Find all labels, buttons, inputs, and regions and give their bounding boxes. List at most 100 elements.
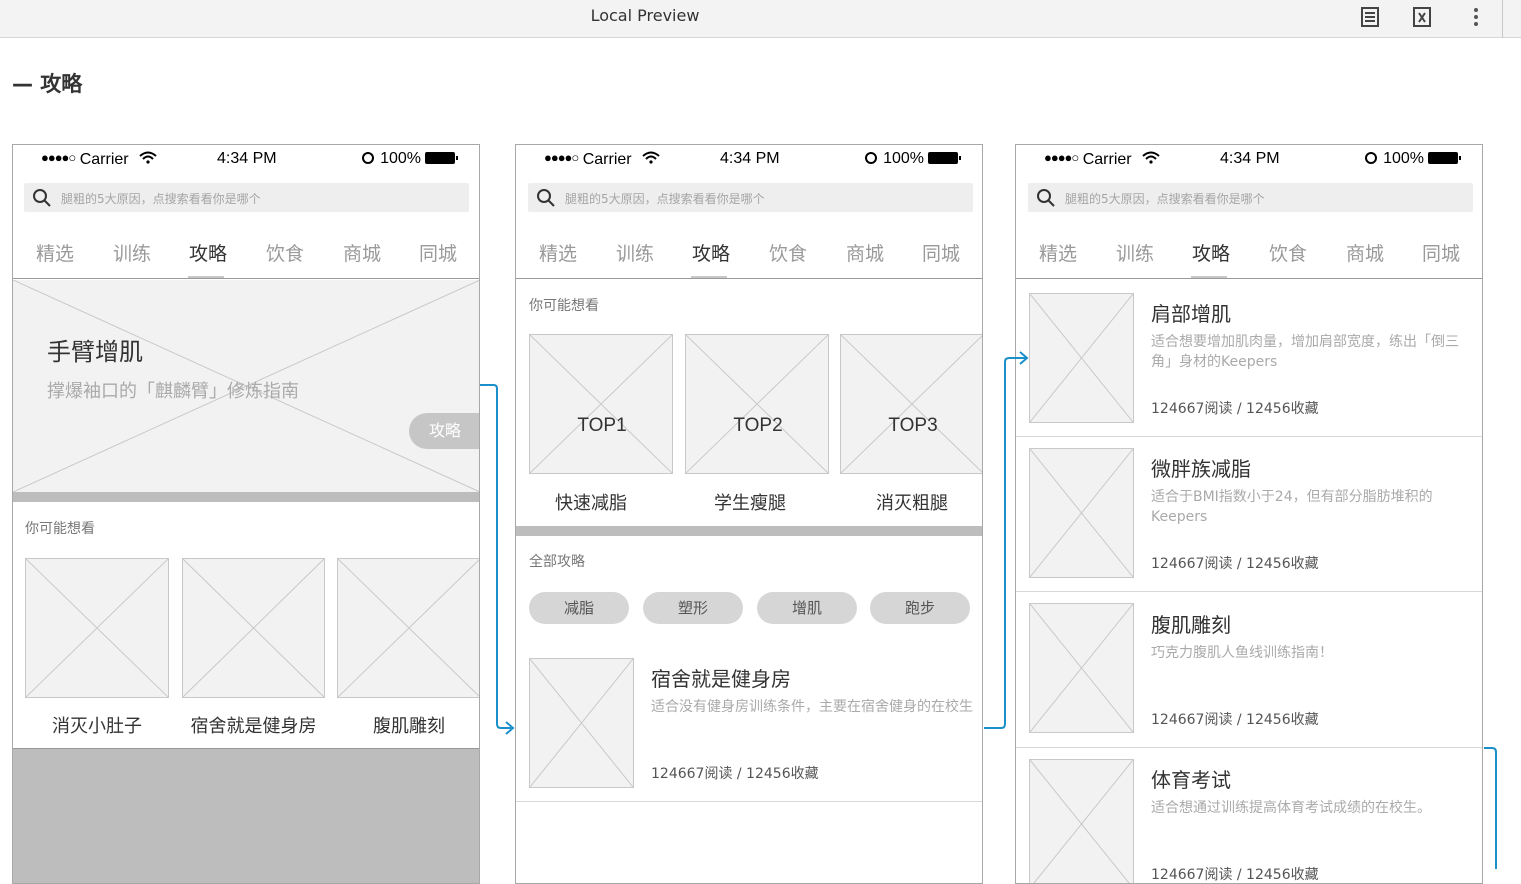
tab-tongcheng[interactable]: 同城 [1422,239,1460,266]
signal-icon: ●●●●○ [544,150,579,165]
signal-icon: ●●●●○ [41,150,76,165]
tab-xunlian[interactable]: 训练 [616,239,654,266]
section-divider [13,492,479,502]
hero-subtitle: 撑爆袖口的「麒麟臂」修炼指南 [47,381,299,402]
status-bar: ●●●●○ Carrier 4:34 PM 100% [1016,145,1482,175]
more-icon[interactable] [1464,5,1488,29]
item-image[interactable] [1029,603,1134,733]
search-placeholder: 腿粗的5大原因，点搜索看看你是哪个 [565,192,765,206]
top-thumb-image[interactable]: TOP1 [529,334,673,474]
search-input[interactable]: 腿粗的5大原因，点搜索看看你是哪个 [1028,183,1473,212]
tab-shangcheng[interactable]: 商城 [1346,239,1384,266]
section-title: — 攻略 [12,72,83,96]
tab-jingxuan[interactable]: 精选 [539,239,577,266]
lock-rotation-icon [1365,152,1378,164]
row-divider [1016,591,1482,592]
tab-gonglue[interactable]: 攻略 [1192,239,1230,266]
thumb-image[interactable] [337,558,479,698]
tab-gonglue[interactable]: 攻略 [692,239,730,266]
search-icon [33,189,51,207]
tab-gonglue[interactable]: 攻略 [189,239,227,266]
top-badge: TOP1 [577,415,627,436]
lock-rotation-icon [865,152,878,164]
search-placeholder: 腿粗的5大原因，点搜索看看你是哪个 [61,192,261,206]
thumb-image[interactable] [182,558,325,698]
search-input[interactable]: 腿粗的5大原因，点搜索看看你是哪个 [528,183,973,212]
item-image[interactable] [529,658,634,788]
search-icon [1037,189,1055,207]
code-icon[interactable] [1410,5,1434,29]
thumb-label[interactable]: 宿舍就是健身房 [182,712,325,738]
toolbar-divider [1502,0,1503,38]
battery-icon [1428,152,1461,164]
thumb-label[interactable]: 腹肌雕刻 [337,712,479,738]
chip-zengji[interactable]: 增肌 [757,592,857,624]
document-icon[interactable] [1358,5,1382,29]
status-time: 4:34 PM [217,150,277,167]
hero-title: 手臂增肌 [47,338,143,366]
gray-footer-area [13,749,479,883]
phone-screen-1: ●●●●○ Carrier 4:34 PM 100% 腿粗的5大原因，点搜索看看… [12,144,480,884]
chip-paobu[interactable]: 跑步 [870,592,970,624]
item-image[interactable] [1029,448,1134,578]
chip-suxing[interactable]: 塑形 [643,592,743,624]
item-image[interactable] [1029,293,1134,423]
thumb-label[interactable]: 消灭小肚子 [25,712,169,738]
maybe-title: 你可能想看 [529,298,599,314]
tab-xunlian[interactable]: 训练 [113,239,151,266]
tab-yinshi[interactable]: 饮食 [769,239,807,266]
search-icon [537,189,555,207]
item-title[interactable]: 体育考试 [1151,764,1231,793]
row-divider [516,801,982,802]
wifi-icon [1142,151,1160,164]
tab-jingxuan[interactable]: 精选 [1039,239,1077,266]
carrier-label: Carrier [582,151,632,168]
status-bar: ●●●●○ Carrier 4:34 PM 100% [516,145,982,175]
row-divider [1016,436,1482,437]
all-strategies-title: 全部攻略 [529,554,585,570]
lock-rotation-icon [362,152,375,164]
item-stats: 124667阅读 / 12456收藏 [1151,867,1319,883]
tab-tongcheng[interactable]: 同城 [419,239,457,266]
tab-xunlian[interactable]: 训练 [1116,239,1154,266]
item-stats: 124667阅读 / 12456收藏 [651,766,819,782]
battery-label: 100% [883,150,924,167]
section-divider [516,526,982,536]
thumb-image[interactable] [25,558,169,698]
top-badge: TOP3 [888,415,938,436]
top-label[interactable]: 学生瘦腿 [678,489,822,515]
item-title[interactable]: 宿舍就是健身房 [651,663,791,692]
item-image[interactable] [1029,759,1134,883]
wifi-icon [642,151,660,164]
active-tab-indicator [691,276,727,278]
tab-bar: 精选 训练 攻略 饮食 商城 同城 [1016,229,1482,279]
tab-shangcheng[interactable]: 商城 [343,239,381,266]
top-label[interactable]: 消灭粗腿 [840,489,982,515]
top-thumb-image[interactable]: TOP2 [685,334,829,474]
item-stats: 124667阅读 / 12456收藏 [1151,556,1319,572]
item-description: 适合没有健身房训练条件，主要在宿舍健身的在校生 [651,699,973,715]
tab-shangcheng[interactable]: 商城 [846,239,884,266]
item-description: 适合想通过训练提高体育考试成绩的在校生。 [1151,800,1431,816]
item-title[interactable]: 微胖族减脂 [1151,453,1251,482]
battery-icon [928,152,961,164]
tab-tongcheng[interactable]: 同城 [922,239,960,266]
hero-banner[interactable]: 手臂增肌 撑爆袖口的「麒麟臂」修炼指南 攻略 [13,280,479,492]
row-divider [1016,747,1482,748]
item-description: 适合想要增加肌肉量，增加肩部宽度，练出「倒三角」身材的Keepers [1151,334,1459,370]
top-thumb-image[interactable]: TOP3 [840,334,982,474]
item-title[interactable]: 肩部增肌 [1151,298,1231,327]
item-title[interactable]: 腹肌雕刻 [1151,609,1231,638]
status-time: 4:34 PM [1220,150,1280,167]
phone-screen-3: ●●●●○ Carrier 4:34 PM 100% 腿粗的5大原因，点搜索看看… [1015,144,1483,884]
tab-jingxuan[interactable]: 精选 [36,239,74,266]
signal-icon: ●●●●○ [1044,150,1079,165]
search-placeholder: 腿粗的5大原因，点搜索看看你是哪个 [1065,192,1265,206]
tab-yinshi[interactable]: 饮食 [266,239,304,266]
chip-jianzhi[interactable]: 减脂 [529,592,629,624]
hero-strategy-button[interactable]: 攻略 [409,413,479,449]
tab-yinshi[interactable]: 饮食 [1269,239,1307,266]
top-label[interactable]: 快速减脂 [519,489,663,515]
search-input[interactable]: 腿粗的5大原因，点搜索看看你是哪个 [24,183,469,212]
wifi-icon [139,151,157,164]
